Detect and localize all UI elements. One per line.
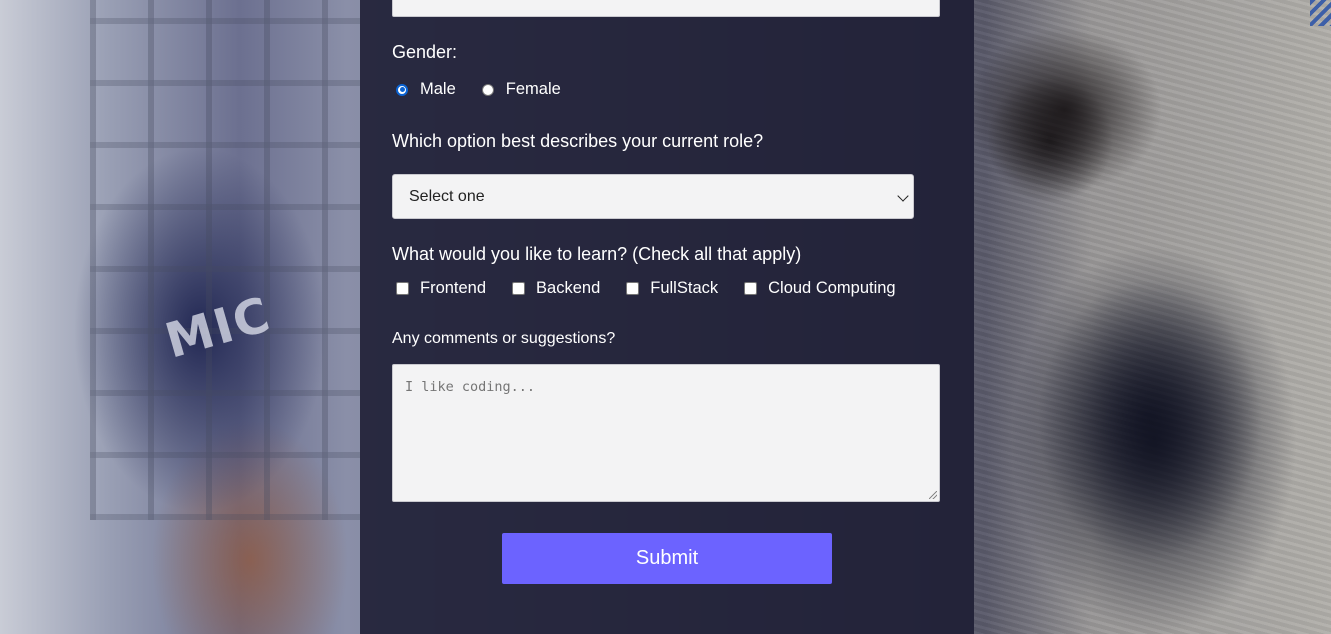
male-label[interactable]: Male xyxy=(420,80,456,99)
learn-option-backend[interactable]: Backend xyxy=(512,279,600,298)
gender-label: Gender: xyxy=(392,42,458,62)
comments-textarea[interactable]: I like coding... xyxy=(392,364,940,502)
learn-question-label: What would you like to learn? (Check all… xyxy=(392,244,802,264)
chevron-down-icon xyxy=(897,190,909,202)
frontend-label[interactable]: Frontend xyxy=(420,279,486,298)
previous-input-field[interactable] xyxy=(392,0,940,17)
female-label[interactable]: Female xyxy=(506,80,561,99)
learn-option-fullstack[interactable]: FullStack xyxy=(626,279,718,298)
learn-option-cloud-computing[interactable]: Cloud Computing xyxy=(744,279,896,298)
gender-option-female[interactable]: Female xyxy=(481,80,561,99)
cloud-computing-label[interactable]: Cloud Computing xyxy=(768,279,896,298)
backend-checkbox[interactable] xyxy=(512,282,526,295)
role-select-value: Select one xyxy=(409,187,485,205)
submit-button[interactable]: Submit xyxy=(502,533,832,584)
frontend-checkbox[interactable] xyxy=(396,282,409,295)
fullstack-checkbox[interactable] xyxy=(626,282,640,295)
background-stripes xyxy=(1310,0,1331,26)
background-window-grid xyxy=(90,0,360,520)
role-select[interactable]: Select one xyxy=(392,174,914,219)
role-question-label: Which option best describes your current… xyxy=(392,131,764,151)
gender-option-male[interactable]: Male xyxy=(396,80,456,99)
cloud-computing-checkbox[interactable] xyxy=(744,282,758,295)
male-radio[interactable] xyxy=(396,83,408,96)
survey-form-panel: Gender: Male Female Which option best de… xyxy=(360,0,974,634)
resize-handle-icon[interactable] xyxy=(929,491,937,499)
learn-option-frontend[interactable]: Frontend xyxy=(396,279,486,298)
comments-label: Any comments or suggestions? xyxy=(392,330,616,347)
background-photo-right xyxy=(974,0,1331,634)
female-radio[interactable] xyxy=(481,83,494,96)
learn-checkbox-group: Frontend Backend FullStack Cloud Computi… xyxy=(396,279,922,298)
backend-label[interactable]: Backend xyxy=(536,279,600,298)
fullstack-label[interactable]: FullStack xyxy=(650,279,718,298)
comments-placeholder: I like coding... xyxy=(405,379,536,395)
gender-radio-group: Male Female xyxy=(396,80,587,99)
